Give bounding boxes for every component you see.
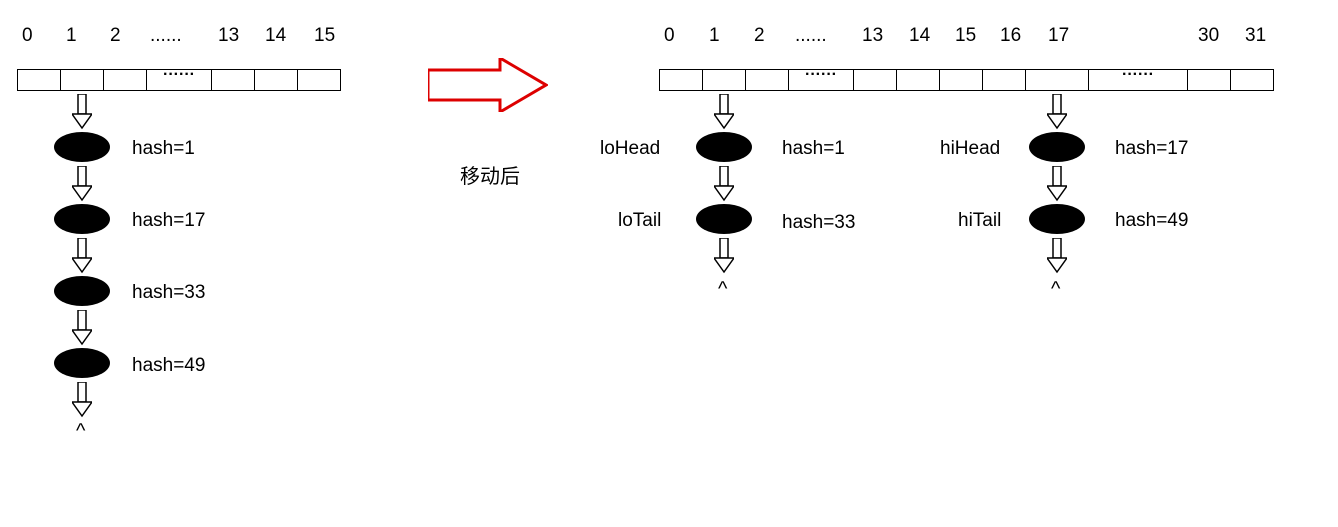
down-arrow-icon	[1047, 94, 1067, 130]
down-arrow-icon	[72, 166, 92, 202]
down-arrow-icon	[1047, 238, 1067, 274]
right-cell	[745, 69, 789, 91]
list-node	[54, 276, 110, 306]
right-cell-dots: ······	[1088, 69, 1188, 91]
right-idx-1: 1	[709, 25, 720, 47]
down-arrow-icon	[72, 382, 92, 418]
list-node	[1029, 204, 1085, 234]
right-cell	[939, 69, 983, 91]
right-cell-dots: ······	[788, 69, 854, 91]
right-cell	[659, 69, 703, 91]
left-cell	[103, 69, 147, 91]
left-cell	[297, 69, 341, 91]
right-cell	[896, 69, 940, 91]
left-idx-1: 1	[66, 25, 77, 47]
right-idx-dots1: ......	[795, 25, 827, 47]
list-node	[696, 204, 752, 234]
left-cell	[211, 69, 255, 91]
right-idx-17: 17	[1048, 25, 1069, 47]
hitail-label: hiTail	[958, 210, 1001, 232]
list-node	[54, 348, 110, 378]
hash-label: hash=33	[782, 212, 855, 234]
hash-label: hash=49	[1115, 210, 1188, 232]
left-cell	[60, 69, 104, 91]
null-terminator: ^	[718, 278, 727, 301]
list-node	[54, 132, 110, 162]
right-idx-31: 31	[1245, 25, 1266, 47]
center-label: 移动后	[460, 160, 520, 189]
left-cell	[254, 69, 298, 91]
hash-label: hash=17	[132, 210, 205, 232]
hash-label: hash=17	[1115, 138, 1188, 160]
left-idx-14: 14	[265, 25, 286, 47]
right-idx-0: 0	[664, 25, 675, 47]
down-arrow-icon	[714, 94, 734, 130]
left-idx-15: 15	[314, 25, 335, 47]
null-terminator: ^	[1051, 278, 1060, 301]
right-cell	[1025, 69, 1089, 91]
right-idx-16: 16	[1000, 25, 1021, 47]
right-idx-30: 30	[1198, 25, 1219, 47]
right-cell	[1187, 69, 1231, 91]
left-idx-2: 2	[110, 25, 121, 47]
hash-label: hash=49	[132, 355, 205, 377]
right-idx-2: 2	[754, 25, 765, 47]
down-arrow-icon	[72, 310, 92, 346]
lotail-label: loTail	[618, 210, 661, 232]
left-idx-dots: ......	[150, 25, 182, 47]
left-cell-dots: ······	[146, 69, 212, 91]
left-idx-0: 0	[22, 25, 33, 47]
down-arrow-icon	[714, 166, 734, 202]
right-cell	[702, 69, 746, 91]
down-arrow-icon	[72, 94, 92, 130]
list-node	[696, 132, 752, 162]
left-idx-13: 13	[218, 25, 239, 47]
hihead-label: hiHead	[940, 138, 1000, 160]
right-cell	[1230, 69, 1274, 91]
right-idx-15: 15	[955, 25, 976, 47]
hash-label: hash=1	[782, 138, 845, 160]
list-node	[1029, 132, 1085, 162]
list-node	[54, 204, 110, 234]
lohead-label: loHead	[600, 138, 660, 160]
right-idx-13: 13	[862, 25, 883, 47]
hash-label: hash=33	[132, 282, 205, 304]
big-right-arrow-icon	[428, 58, 548, 112]
down-arrow-icon	[714, 238, 734, 274]
right-cell	[982, 69, 1026, 91]
null-terminator: ^	[76, 420, 85, 443]
down-arrow-icon	[1047, 166, 1067, 202]
left-cell	[17, 69, 61, 91]
right-cell	[853, 69, 897, 91]
down-arrow-icon	[72, 238, 92, 274]
right-idx-14: 14	[909, 25, 930, 47]
hash-label: hash=1	[132, 138, 195, 160]
